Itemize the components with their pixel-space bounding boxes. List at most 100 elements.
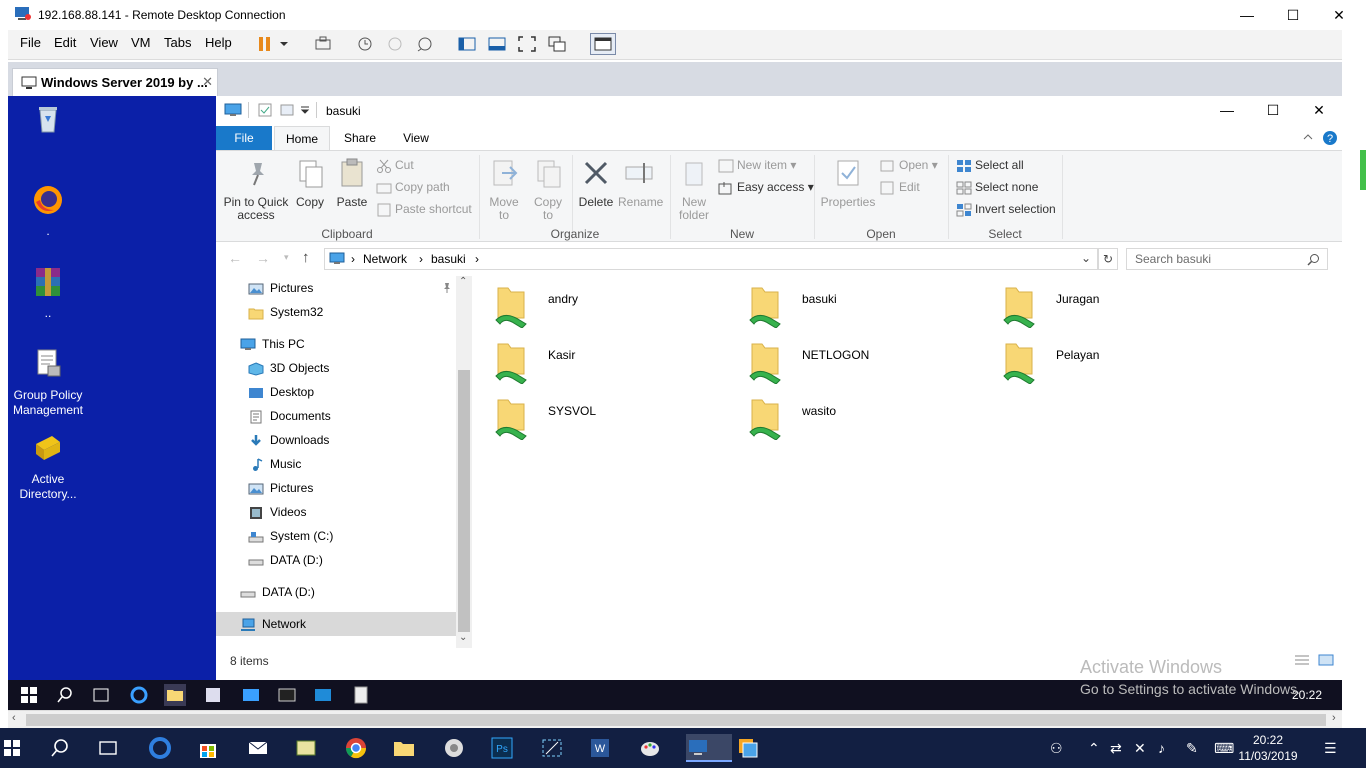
system-clock[interactable]: 20:22 11/03/2019 [1236, 732, 1300, 764]
desktop-icon-active-directory[interactable]: Active Directory... [8, 432, 88, 502]
show-hidden-icons-icon[interactable]: ⌃ [1088, 740, 1100, 757]
thumbnail-bar-icon[interactable] [488, 36, 506, 52]
menu-file[interactable]: File [20, 35, 41, 50]
folder-item[interactable]: NETLOGON [740, 332, 980, 388]
guest-app-icon[interactable] [240, 684, 262, 706]
properties-quick-icon[interactable] [258, 103, 272, 117]
tab-home[interactable]: Home [274, 126, 330, 150]
folder-item[interactable]: wasito [740, 388, 980, 444]
paste-button[interactable]: Paste [334, 157, 370, 209]
desktop-icon-winrar[interactable]: .. [8, 266, 88, 321]
edit-button[interactable]: Edit [880, 177, 920, 197]
snipping-tool-button[interactable] [540, 734, 586, 762]
new-item-button[interactable]: New item ▾ [718, 155, 796, 175]
refresh-icon[interactable]: ↻ [1098, 248, 1118, 270]
nav-item-downloads[interactable]: Downloads [248, 428, 329, 452]
paste-shortcut-button[interactable]: Paste shortcut [376, 199, 472, 219]
edge-button[interactable] [148, 734, 194, 762]
scroll-up-icon[interactable]: ⌃ [459, 276, 467, 287]
maximize-button[interactable]: ☐ [1270, 0, 1316, 30]
tab-share[interactable]: Share [332, 126, 388, 150]
paint-button[interactable] [638, 734, 684, 762]
money-app-button[interactable] [294, 734, 340, 762]
sidebar-toggle-icon[interactable] [458, 36, 476, 52]
back-arrow-icon[interactable]: ← [228, 250, 242, 266]
search-button[interactable] [48, 734, 94, 762]
easy-access-button[interactable]: Easy access ▾ [718, 177, 814, 197]
file-explorer-button[interactable] [392, 734, 438, 762]
nav-item-videos[interactable]: Videos [248, 500, 306, 524]
scroll-down-icon[interactable]: ⌄ [459, 632, 467, 643]
menu-view[interactable]: View [90, 35, 118, 50]
desktop-icon-recycle-bin[interactable] [8, 102, 88, 142]
scroll-left-icon[interactable]: ‹ [12, 712, 16, 724]
guest-search-icon[interactable] [54, 684, 76, 706]
console-view-icon[interactable] [590, 33, 616, 55]
menu-edit[interactable]: Edit [54, 35, 76, 50]
folder-item[interactable]: SYSVOL [486, 388, 726, 444]
guest-start-icon[interactable] [18, 684, 40, 706]
pen-icon[interactable]: ✎ [1186, 740, 1198, 757]
guest-gpo-icon[interactable] [350, 684, 372, 706]
guest-remote-icon[interactable] [312, 684, 334, 706]
explorer-maximize-button[interactable]: ☐ [1250, 96, 1296, 124]
tab-view[interactable]: View [388, 126, 444, 150]
desktop-icon-firefox[interactable]: . [8, 184, 88, 239]
tab-close-icon[interactable]: ✕ [202, 74, 213, 90]
word-button[interactable]: W [588, 734, 634, 762]
breadcrumb-network[interactable]: Network [363, 252, 407, 266]
search-box[interactable]: Search basuki [1126, 248, 1328, 270]
folder-item[interactable]: Juragan [994, 276, 1234, 332]
keyboard-icon[interactable]: ⌨ [1214, 740, 1234, 757]
tab-file[interactable]: File [216, 126, 272, 150]
nav-item-system-c[interactable]: System (C:) [248, 524, 333, 548]
unity-icon[interactable] [548, 36, 566, 52]
remote-desktop-button[interactable] [686, 734, 732, 762]
hscroll-thumb[interactable] [26, 714, 1326, 726]
store-button[interactable] [196, 734, 242, 762]
people-icon[interactable]: ⚇ [1050, 740, 1063, 757]
close-button[interactable]: ✕ [1316, 0, 1362, 30]
menu-tabs[interactable]: Tabs [164, 35, 191, 50]
folder-item[interactable]: basuki [740, 276, 980, 332]
snapshot-manager-icon[interactable] [416, 36, 434, 52]
large-icons-view-icon[interactable] [1318, 654, 1334, 666]
tab-windows-server-2019[interactable]: Windows Server 2019 by ... ✕ [12, 68, 218, 96]
new-folder-button[interactable]: New folder [674, 157, 714, 222]
vmware-button[interactable] [736, 734, 782, 762]
snapshot-icon[interactable] [356, 36, 374, 52]
nav-item-data-d-root[interactable]: DATA (D:) [240, 580, 315, 604]
recent-locations-icon[interactable]: ▾ [284, 252, 289, 263]
open-button[interactable]: Open ▾ [880, 155, 938, 175]
guest-cmd-icon[interactable] [276, 684, 298, 706]
explorer-close-button[interactable]: ✕ [1296, 96, 1342, 124]
pause-icon[interactable] [256, 36, 274, 52]
invert-selection-button[interactable]: Invert selection [956, 199, 1056, 219]
copy-to-button[interactable]: Copy to [528, 157, 568, 222]
network-tray-icon[interactable]: ⇄ [1110, 740, 1122, 757]
customize-quick-access-icon[interactable] [300, 105, 310, 115]
nav-item-desktop[interactable]: Desktop [248, 380, 314, 404]
copy-path-button[interactable]: Copy path [376, 177, 450, 197]
vpn-app-button[interactable] [442, 734, 488, 762]
guest-task-view-icon[interactable] [90, 684, 112, 706]
nav-item-this-pc[interactable]: This PC [240, 332, 305, 356]
guest-explorer-icon[interactable] [164, 684, 186, 706]
move-to-button[interactable]: Move to [484, 157, 524, 222]
select-all-button[interactable]: Select all [956, 155, 1024, 175]
guest-server-manager-icon[interactable] [202, 684, 224, 706]
explorer-minimize-button[interactable]: — [1204, 96, 1250, 124]
nav-item-music[interactable]: Music [248, 452, 301, 476]
folder-item[interactable]: andry [486, 276, 726, 332]
menu-vm[interactable]: VM [131, 35, 151, 50]
properties-button[interactable]: Properties [820, 157, 876, 209]
address-dropdown-icon[interactable]: ⌄ [1081, 251, 1091, 265]
nav-scrollbar[interactable]: ⌃ ⌄ [456, 276, 472, 648]
wifi-off-icon[interactable]: ✕ [1134, 740, 1146, 757]
nav-item-network[interactable]: Network [216, 612, 456, 636]
copy-button[interactable]: Copy [292, 157, 328, 209]
start-button[interactable] [0, 734, 46, 762]
nav-item-pictures[interactable]: Pictures [248, 476, 313, 500]
nav-item-system32[interactable]: System32 [248, 300, 323, 324]
task-view-button[interactable] [96, 734, 142, 762]
